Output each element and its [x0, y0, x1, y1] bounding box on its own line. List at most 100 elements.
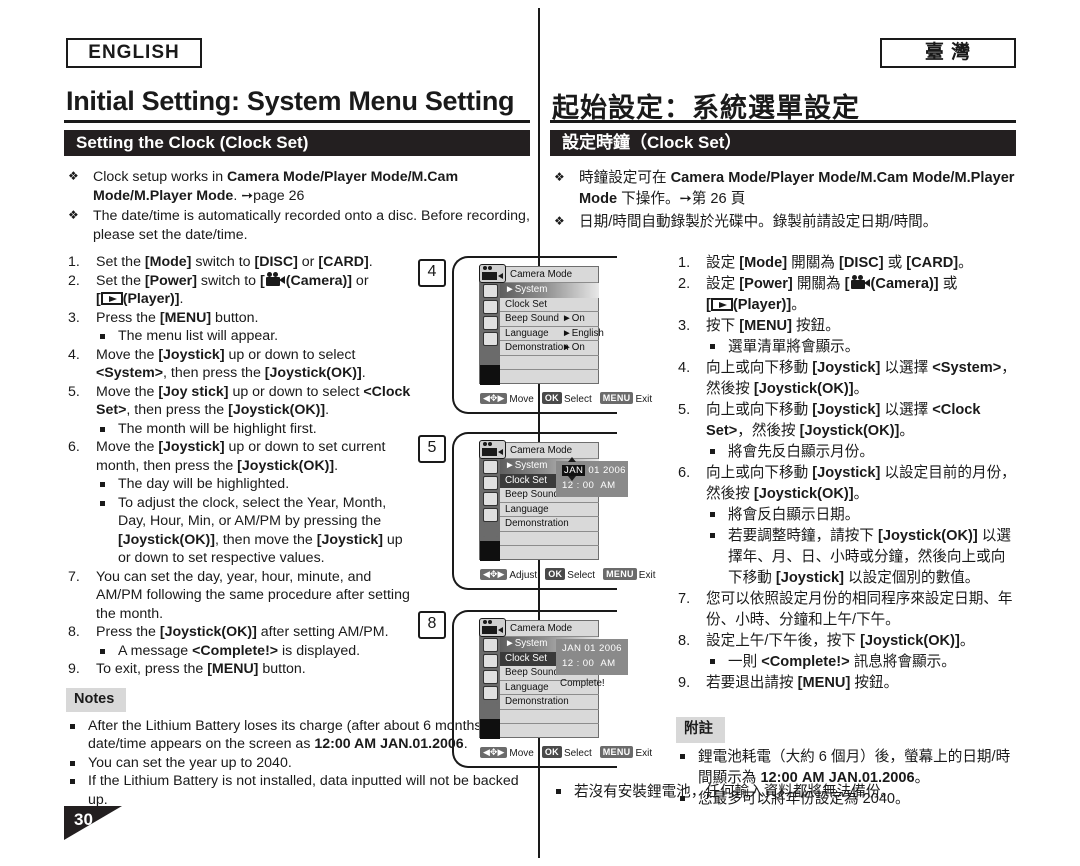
notes-block-chinese-last: 若沒有安裝鋰電池，任何輸入資料都將無法備份。	[552, 782, 1022, 803]
menu-row-language[interactable]: Language	[500, 503, 599, 517]
step-6-note-2-chinese: 若要調整時鐘，請按下 [Joystick(OK)] 以選擇年、月、日、小時或分鐘…	[706, 526, 1018, 589]
menu-row-beep-sound[interactable]: Beep Sound ►On	[500, 312, 599, 327]
menu-row-language[interactable]: Language ►English	[500, 327, 604, 341]
menu-row-demonstration[interactable]: Demonstration	[500, 695, 599, 710]
clock-date-line: JAN 01 2006	[562, 643, 622, 654]
step-2-chinese: 2. 設定 [Power] 開關為 [(Camera)] 或[(Player)]。	[678, 275, 958, 313]
step-1-chinese: 1. 設定 [Mode] 開關為 [DISC] 或 [CARD]。	[678, 255, 973, 271]
menu-row-blank-2	[500, 370, 599, 385]
page-title-english: Initial Setting: System Menu Setting	[66, 86, 515, 116]
lcd-mode-label: Camera Mode	[510, 269, 573, 280]
callout-step-8: 8	[418, 611, 446, 639]
lcd-footer-hints: ◀✥▶ Move OK Select MENU Exit	[480, 392, 670, 405]
note-3-chinese: 若沒有安裝鋰電池，任何輸入資料都將無法備份。	[552, 782, 1022, 803]
step-8-note-chinese: 一則 <Complete!> 訊息將會顯示。	[706, 652, 1018, 673]
note-3-english: If the Lithium Battery is not installed,…	[66, 772, 536, 809]
lcd-screen-step-4: Camera Mode ►System Clock Set Beep Sound…	[452, 256, 652, 416]
disc-icon	[483, 460, 498, 474]
page-ref-arrow-icon: ➙	[241, 187, 254, 204]
record-icon	[483, 476, 498, 490]
clock-date-line: JAN 01 2006	[562, 465, 626, 476]
step-1-english: 1. Set the [Mode] switch to [DISC] or [CA…	[68, 254, 373, 270]
photo-icon	[483, 492, 498, 506]
callout-step-4: 4	[418, 259, 446, 287]
ok-key-icon: OK	[541, 392, 562, 404]
step-6-note-1-chinese: 將會反白顯示日期。	[706, 505, 1018, 526]
menu-row-blank-1	[500, 532, 599, 546]
intro-bullet-2-chinese: 日期/時間自動錄製於光碟中。錄製前請設定日期/時間。	[552, 211, 1018, 233]
complete-message: Complete!	[560, 678, 605, 689]
lcd-mode-label: Camera Mode	[510, 623, 573, 634]
ok-key-icon: OK	[545, 568, 566, 580]
step-5-note-chinese: 將會先反白顯示月份。	[706, 442, 1018, 463]
menu-key-icon: MENU	[599, 392, 634, 404]
menu-row-system[interactable]: ►System	[500, 283, 599, 298]
step-9-chinese: 9. 若要退出請按 [MENU] 按鈕。	[678, 675, 899, 691]
menu-row-blank-1	[500, 710, 599, 724]
player-mode-icon	[100, 292, 123, 305]
lcd-header: Camera Mode	[479, 618, 598, 637]
step-8-english: 8. Press the [Joystick(OK)] after setting…	[66, 623, 416, 660]
section-heading-english: Setting the Clock (Clock Set)	[64, 130, 530, 156]
lcd-screen-step-8: Camera Mode ►System Clock Set Beep Sound…	[452, 610, 652, 770]
menu-row-blank-1	[500, 356, 599, 370]
rail-footer	[480, 541, 500, 561]
playback-icon	[483, 686, 498, 700]
section-heading-chinese: 設定時鐘（Clock Set）	[550, 130, 1016, 156]
lcd-icon-rail	[480, 637, 500, 739]
intro-list-chinese: 時鐘設定可在 Camera Mode/Player Mode/M.Cam Mod…	[552, 167, 1018, 235]
step-8-note-english: A message <Complete!> is displayed.	[96, 642, 416, 661]
intro-bullet-1: Clock setup works in Camera Mode/Player …	[66, 167, 532, 205]
menu-row-demonstration[interactable]: Demonstration ►On	[500, 341, 599, 356]
step-5-chinese: 5. 向上或向下移動 [Joystick] 以選擇 <Clock Set>，然後按…	[676, 400, 1018, 463]
clock-set-popup: JAN 01 2006 12 : 00 AM	[556, 639, 628, 675]
intro-list-english: Clock setup works in Camera Mode/Player …	[66, 167, 532, 246]
lcd-footer-hints: ◀✥▶ Move OK Select MENU Exit	[480, 746, 670, 759]
clock-down-arrow-icon[interactable]	[568, 476, 576, 481]
photo-icon	[483, 316, 498, 330]
menu-row-clock-set[interactable]: Clock Set	[500, 298, 599, 312]
step-3-english: 3. Press the [MENU] button. The menu list…	[66, 309, 416, 346]
system-gear-icon	[483, 348, 498, 362]
lcd-footer-hints: ◀✥▶ Adjust OK Select MENU Exit	[480, 568, 670, 581]
steps-list-chinese: 1. 設定 [Mode] 開關為 [DISC] 或 [CARD]。 2. 設定 [P…	[676, 253, 1018, 694]
language-badge-taiwan: 臺 灣	[880, 38, 1016, 68]
clock-month-highlight[interactable]: JAN	[562, 465, 586, 476]
page-number-badge: 30	[64, 806, 122, 840]
intro-bullet-2: The date/time is automatically recorded …	[66, 206, 532, 244]
clock-up-arrow-icon[interactable]	[568, 457, 576, 462]
lcd-screen-step-5: Camera Mode ►System Clock Set Beep Sound…	[452, 432, 655, 592]
notes-heading-chinese: 附註	[676, 717, 725, 743]
lcd-menu-rows: ►System Clock Set Beep Sound ►On Language…	[500, 283, 604, 385]
step-5-english: 5. Move the [Joy stick] up or down to sel…	[66, 383, 416, 439]
clock-set-popup: JAN 01 2006 12 : 00 AM	[556, 457, 628, 497]
menu-row-demonstration[interactable]: Demonstration	[500, 517, 599, 532]
notes-heading-english: Notes	[66, 688, 127, 712]
rail-footer	[480, 365, 500, 385]
page-number-shape	[64, 806, 122, 840]
ok-key-icon: OK	[541, 746, 562, 758]
clock-time-line: 12 : 00 AM	[562, 480, 616, 491]
system-gear-icon	[483, 702, 498, 716]
clock-time-line: 12 : 00 AM	[562, 658, 616, 669]
playback-icon	[483, 332, 498, 346]
lcd-body: ►System Clock Set Beep Sound ►On Language…	[480, 283, 604, 385]
step-8-chinese: 8. 設定上午/下午後，按下 [Joystick(OK)]。 一則 <Comple…	[676, 631, 1018, 673]
dpad-icon: ◀✥▶	[480, 393, 508, 404]
record-icon	[483, 300, 498, 314]
camera-mode-icon	[479, 618, 506, 637]
camera-mode-icon	[479, 264, 506, 283]
menu-row-blank-2	[500, 724, 599, 739]
language-badge-english: ENGLISH	[66, 38, 202, 68]
lcd-icon-rail	[480, 283, 500, 385]
step-6-english: 6. Move the [Joystick] up or down to set …	[66, 438, 416, 568]
step-7-chinese: 7. 您可以依照設定月份的相同程序來設定日期、年份、小時、分鐘和上午/下午。	[678, 591, 1013, 628]
intro-bullet-1-chinese: 時鐘設定可在 Camera Mode/Player Mode/M.Cam Mod…	[552, 167, 1018, 210]
step-4-chinese: 4. 向上或向下移動 [Joystick] 以選擇 <System>，然後按 [J…	[678, 360, 1016, 397]
lcd-display: Camera Mode ►System Clock Set Beep Sound…	[479, 264, 604, 385]
playback-icon	[483, 508, 498, 522]
menu-key-icon: MENU	[599, 746, 634, 758]
lcd-icon-rail	[480, 459, 500, 561]
step-5-note-english: The month will be highlight first.	[96, 420, 416, 439]
lcd-display: Camera Mode ►System Clock Set Beep Sound…	[479, 440, 599, 561]
